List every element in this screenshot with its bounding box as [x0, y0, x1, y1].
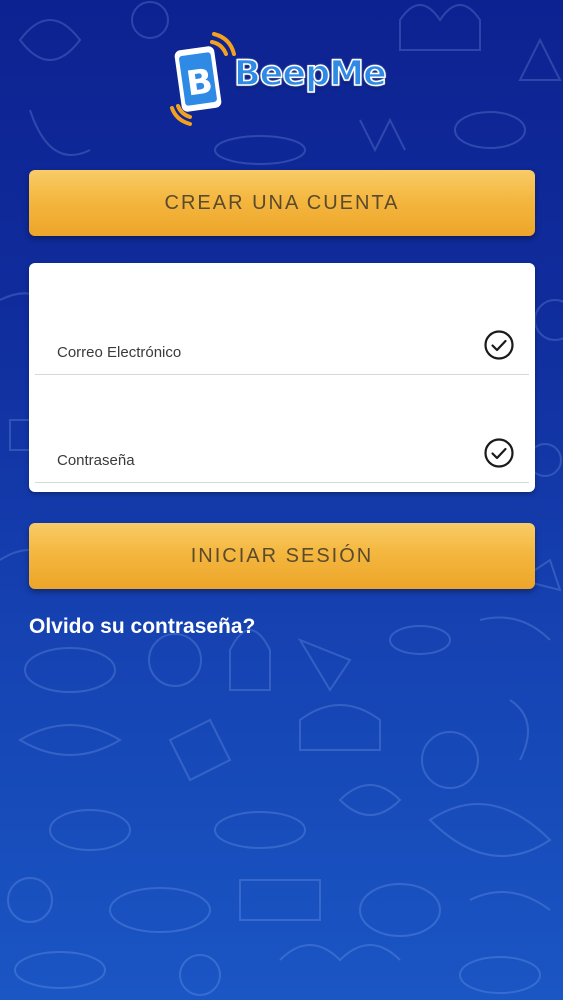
- email-field-label: Correo Electrónico: [57, 344, 182, 361]
- create-account-button[interactable]: CREAR UNA CUENTA: [29, 170, 535, 236]
- food-doodle-background: [0, 1, 563, 996]
- password-field-label: Contraseña: [57, 452, 135, 469]
- app-name: BeepMe: [233, 53, 387, 95]
- login-button[interactable]: INICIAR SESIÓN: [29, 523, 535, 589]
- check-circle-icon: [484, 438, 514, 468]
- check-circle-icon: [484, 330, 514, 360]
- phone-logo-icon: B: [170, 32, 236, 126]
- forgot-password-link[interactable]: Olvido su contraseña?: [29, 615, 255, 639]
- login-form-card: Correo Electrónico Contraseña: [29, 263, 535, 492]
- password-field-underline: [35, 482, 529, 483]
- svg-text:B: B: [184, 61, 215, 104]
- app-logo: B BeepMe: [168, 30, 398, 130]
- password-field[interactable]: Contraseña: [35, 371, 529, 483]
- email-field[interactable]: Correo Electrónico: [35, 263, 529, 375]
